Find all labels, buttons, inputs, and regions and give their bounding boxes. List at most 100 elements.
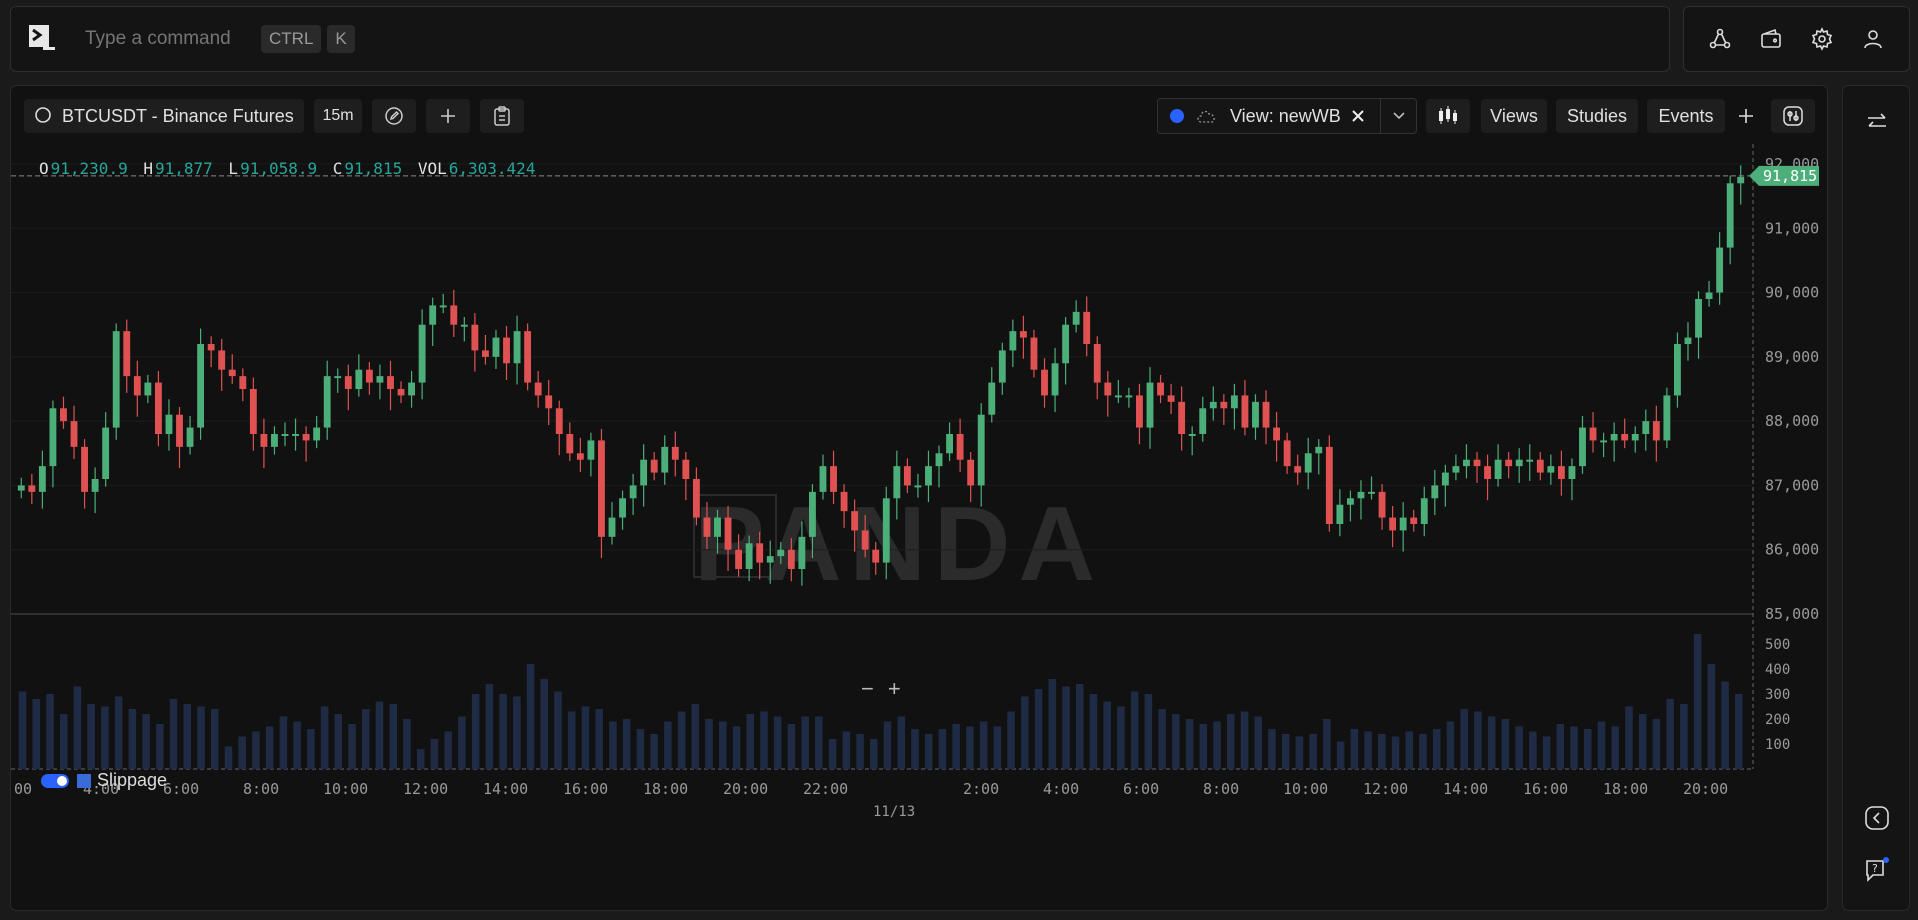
time-tick-label: 16:00: [563, 780, 608, 798]
view-dropdown-button[interactable]: [1380, 99, 1416, 133]
view-selector[interactable]: View: newWB: [1157, 98, 1417, 134]
candle-body: [1600, 440, 1608, 443]
candle-body: [566, 434, 574, 454]
candle-body: [1568, 466, 1576, 479]
price-tick-label: 86,000: [1765, 541, 1819, 559]
volume-bar: [224, 746, 233, 769]
candlestick-icon: [1439, 106, 1457, 124]
zoom-in-button[interactable]: +: [888, 676, 915, 701]
candle-body: [1294, 466, 1302, 473]
candle-body: [840, 491, 848, 512]
candle-body: [1410, 517, 1418, 524]
collapse-panel-icon[interactable]: [1863, 804, 1891, 832]
volume-bar: [1213, 721, 1221, 769]
candle-body: [1705, 292, 1713, 299]
right-sidebar: ?: [1842, 85, 1910, 911]
shortcut-key-k: K: [327, 25, 355, 53]
candle-body: [1283, 440, 1291, 467]
user-icon[interactable]: [1859, 25, 1887, 53]
volume-bar: [1570, 726, 1578, 769]
volume-bar: [210, 709, 219, 769]
command-input[interactable]: [85, 28, 255, 50]
candle-body: [1072, 311, 1080, 325]
chevron-down-icon: [1392, 112, 1405, 120]
volume-bar: [1378, 734, 1386, 769]
chart-type-button[interactable]: [1426, 99, 1470, 133]
candle-body: [1441, 472, 1449, 486]
symbol-search-button[interactable]: BTCUSDT - Binance Futures: [24, 99, 304, 133]
wallet-icon[interactable]: [1757, 25, 1785, 53]
candle-body: [38, 466, 46, 492]
volume-bar: [114, 696, 123, 769]
volume-bar: [554, 691, 562, 769]
candle-body: [176, 414, 183, 447]
volume-bar: [1556, 724, 1565, 769]
volume-value: 6,303.424: [448, 159, 536, 178]
candle-body: [1009, 331, 1017, 351]
clipboard-button[interactable]: [480, 99, 524, 133]
add-button[interactable]: [426, 99, 470, 133]
share-network-icon[interactable]: [1706, 25, 1734, 53]
volume-bar: [1227, 714, 1235, 769]
candle-body: [545, 395, 553, 409]
candle-body: [882, 498, 890, 563]
high-value: 91,877: [154, 159, 213, 178]
zoom-out-button[interactable]: −: [861, 676, 888, 701]
chart-settings-button[interactable]: [1771, 99, 1815, 133]
candle-body: [513, 331, 521, 364]
gear-icon[interactable]: [1808, 25, 1836, 53]
volume-bar: [650, 734, 658, 769]
candle-body: [102, 427, 110, 479]
candle-body: [703, 517, 711, 537]
slippage-toggle[interactable]: [41, 773, 69, 788]
candle-body: [629, 485, 637, 499]
volume-bar: [1185, 719, 1194, 769]
candle-body: [671, 446, 679, 460]
candle-body: [49, 408, 57, 467]
close-icon[interactable]: [1351, 109, 1365, 123]
volume-bar: [718, 721, 727, 769]
candle-body: [1695, 299, 1702, 338]
candle-body: [619, 498, 626, 518]
candle-body: [977, 414, 985, 486]
edit-button[interactable]: [372, 99, 416, 133]
candle-body: [503, 337, 510, 364]
candle-body: [640, 459, 648, 486]
add-study-button[interactable]: [1729, 99, 1763, 133]
candle-body: [1557, 466, 1565, 479]
timeframe-button[interactable]: 15m: [314, 99, 362, 133]
candle-body: [1178, 401, 1186, 434]
swap-arrows-icon[interactable]: [1863, 108, 1891, 136]
price-chart[interactable]: 92,00091,00090,00089,00088,00087,00086,0…: [11, 144, 1828, 911]
volume-bar: [1611, 726, 1619, 769]
candle-body: [650, 459, 658, 473]
volume-bar: [1405, 731, 1414, 769]
volume-bar: [1268, 729, 1276, 769]
volume-bar: [1103, 701, 1111, 769]
volume-bar: [1323, 719, 1331, 769]
close-value: 91,815: [344, 159, 403, 178]
command-bar[interactable]: CTRL K: [10, 6, 1670, 72]
last-price-label: 91,815: [1763, 167, 1817, 185]
candle-body: [1230, 395, 1238, 409]
volume-bar: [1638, 714, 1647, 769]
candle-body: [1157, 382, 1164, 396]
candle-body: [777, 549, 785, 557]
studies-button[interactable]: Studies: [1556, 99, 1638, 133]
candle-body: [1463, 459, 1470, 467]
shortcut-key-ctrl: CTRL: [261, 25, 322, 53]
volume-bar: [1281, 734, 1290, 769]
candle-body: [998, 350, 1006, 383]
volume-tick-label: 400: [1765, 662, 1790, 678]
candle-body: [1325, 446, 1333, 524]
events-button[interactable]: Events: [1647, 99, 1725, 133]
help-chat-icon[interactable]: ?: [1863, 856, 1891, 884]
candle-body: [524, 331, 532, 383]
time-tick-label: 14:00: [1443, 780, 1488, 798]
views-button[interactable]: Views: [1481, 99, 1547, 133]
candle-body: [798, 536, 806, 569]
volume-bar: [293, 721, 301, 769]
candle-body: [239, 376, 247, 389]
candle-body: [207, 344, 215, 351]
volume-bar: [1007, 711, 1015, 769]
